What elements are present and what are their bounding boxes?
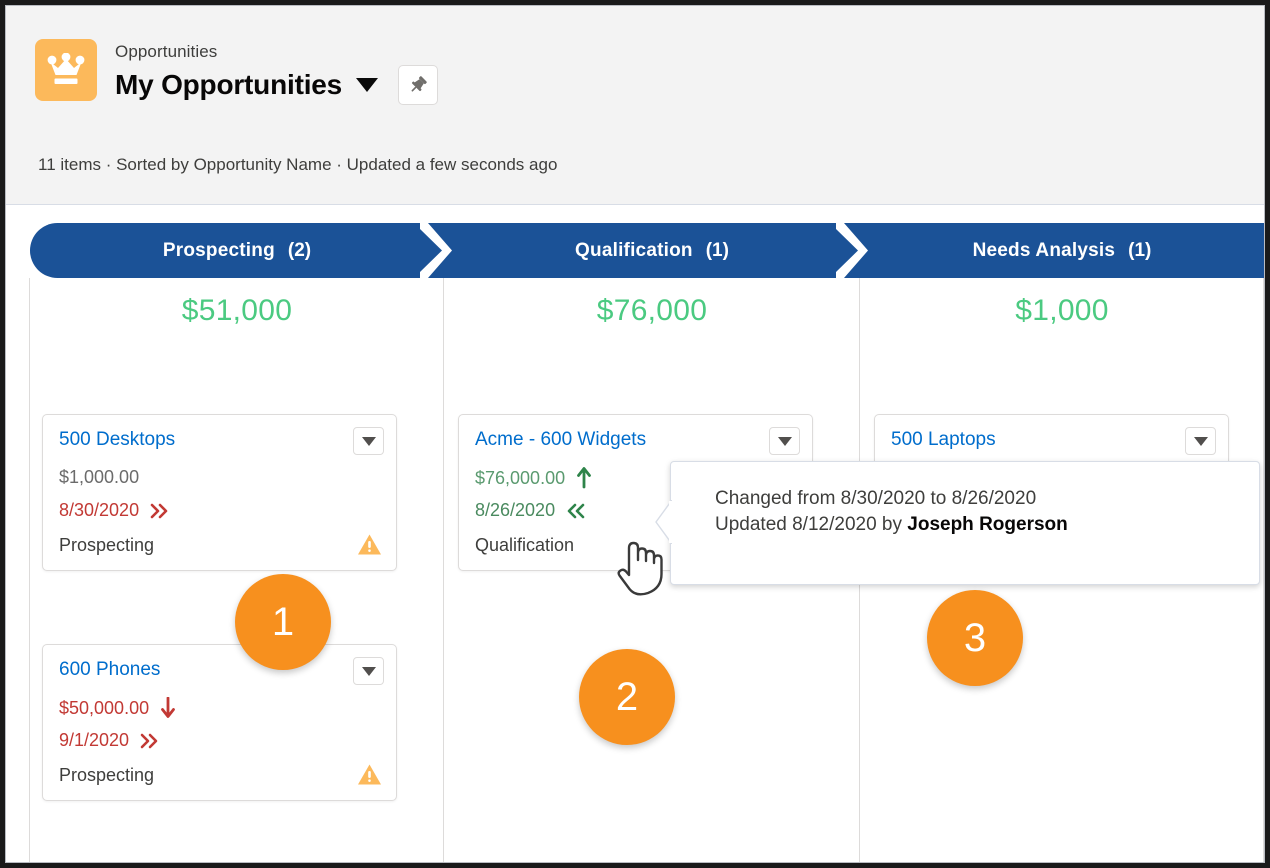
header-title-block: Opportunities My Opportunities — [35, 39, 439, 105]
column-divider — [29, 278, 30, 862]
warning-triangle-icon — [357, 763, 382, 791]
card-title-link[interactable]: Acme - 600 Widgets — [475, 429, 646, 451]
stage-header-needs-analysis[interactable]: Needs Analysis (1) — [860, 223, 1264, 278]
tooltip-updated-line: Updated 8/12/2020 by Joseph Rogerson — [715, 512, 1259, 538]
pin-button[interactable] — [398, 65, 439, 105]
chevron-down-icon — [1193, 436, 1208, 446]
list-title-row: My Opportunities — [115, 65, 439, 105]
pin-icon — [411, 76, 427, 92]
chevron-down-icon[interactable] — [356, 78, 379, 92]
kanban-card[interactable]: 600 Phones $50,000.00 9/1/2020 Prospecti… — [42, 644, 397, 801]
list-view-header: Opportunities My Opportunities 11 items … — [6, 6, 1264, 205]
card-amount: $1,000.00 — [59, 467, 140, 487]
column-sum-prospecting: $51,000 — [181, 294, 293, 327]
card-stage: Qualification — [475, 535, 575, 555]
card-stage: Prospecting — [59, 765, 155, 785]
list-meta-text: 11 items · Sorted by Opportunity Name · … — [38, 155, 558, 174]
column-sum-qualification: $76,000 — [596, 294, 708, 327]
card-close-date: 9/1/2020 — [59, 730, 130, 750]
card-amount-row: $1,000.00 — [59, 467, 139, 488]
card-close-date: 8/30/2020 — [59, 500, 140, 520]
card-title-link[interactable]: 500 Laptops — [891, 429, 996, 451]
column-divider — [1263, 278, 1264, 862]
double-chevron-right-icon — [150, 503, 172, 519]
card-amount-row: $76,000.00 — [475, 467, 592, 489]
chevron-down-icon — [361, 436, 376, 446]
card-date-row: 8/26/2020 — [475, 500, 588, 521]
tooltip-change-line: Changed from 8/30/2020 to 8/26/2020 — [715, 488, 1037, 509]
card-close-date: 8/26/2020 — [475, 500, 556, 520]
stage-label: Qualification — [575, 239, 693, 261]
card-title-link[interactable]: 500 Desktops — [59, 429, 175, 451]
path-stage-bar: Prospecting (2) Qualification (1) Needs … — [6, 223, 1264, 278]
stage-header-qualification[interactable]: Qualification (1) — [444, 223, 860, 278]
field-history-tooltip: Changed from 8/30/2020 to 8/26/2020 Upda… — [655, 461, 1260, 585]
column-sum-needs-analysis: $1,000 — [1015, 294, 1109, 327]
page-title: My Opportunities — [115, 69, 343, 100]
arrow-up-icon — [576, 467, 592, 489]
tooltip-updated-prefix: Updated 8/12/2020 by — [715, 514, 908, 535]
double-chevron-right-icon — [140, 733, 162, 749]
header-text-group: Opportunities My Opportunities — [115, 39, 439, 105]
object-name: Opportunities — [115, 42, 218, 61]
card-stage: Prospecting — [59, 535, 155, 555]
card-menu-button[interactable] — [1185, 427, 1216, 455]
card-date-row: 9/1/2020 — [59, 730, 162, 751]
annotation-badge-3: 3 — [927, 590, 1023, 686]
card-title-link[interactable]: 600 Phones — [59, 659, 160, 681]
card-amount: $76,000.00 — [475, 467, 566, 488]
stage-label: Needs Analysis — [972, 239, 1116, 261]
stage-label: Prospecting — [162, 239, 275, 261]
chevron-down-icon — [361, 666, 376, 676]
kanban-board: Prospecting (2) Qualification (1) Needs … — [6, 206, 1264, 862]
card-date-row: 8/30/2020 — [59, 500, 172, 521]
opportunity-kanban-screenshot: Opportunities My Opportunities 11 items … — [0, 0, 1270, 868]
stage-count: (2) — [287, 239, 312, 261]
stage-header-prospecting[interactable]: Prospecting (2) — [30, 223, 444, 278]
column-divider — [443, 278, 444, 862]
annotation-badge-1: 1 — [235, 574, 331, 670]
tooltip-nub — [655, 500, 672, 544]
crown-icon — [35, 39, 97, 101]
annotation-badge-2: 2 — [579, 649, 675, 745]
chevron-down-icon — [777, 436, 792, 446]
double-chevron-left-icon[interactable] — [566, 503, 588, 519]
card-amount-row: $50,000.00 — [59, 697, 176, 719]
arrow-down-icon — [160, 697, 176, 719]
card-menu-button[interactable] — [353, 657, 384, 685]
stage-count: (1) — [1128, 239, 1152, 261]
warning-triangle-icon — [357, 533, 382, 561]
stage-count: (1) — [705, 239, 729, 261]
tooltip-updated-user: Joseph Rogerson — [907, 514, 1068, 535]
kanban-card[interactable]: 500 Desktops $1,000.00 8/30/2020 Prospec… — [42, 414, 397, 571]
card-menu-button[interactable] — [769, 427, 800, 455]
card-amount: $50,000.00 — [59, 697, 150, 718]
card-menu-button[interactable] — [353, 427, 384, 455]
